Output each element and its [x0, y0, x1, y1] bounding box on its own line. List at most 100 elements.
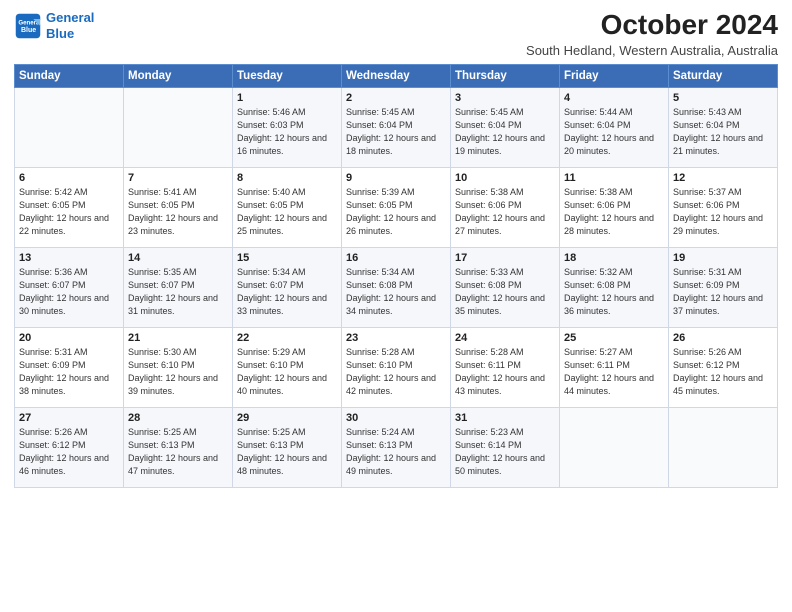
day-number: 30 — [346, 412, 446, 424]
week-row-4: 20 Sunrise: 5:31 AM Sunset: 6:09 PM Dayli… — [15, 327, 778, 407]
day-number: 31 — [455, 412, 555, 424]
day-info: Sunrise: 5:35 AM Sunset: 6:07 PM Dayligh… — [128, 266, 228, 318]
title-block: October 2024 South Hedland, Western Aust… — [526, 10, 778, 58]
day-cell: 20 Sunrise: 5:31 AM Sunset: 6:09 PM Dayli… — [15, 327, 124, 407]
col-header-sunday: Sunday — [15, 64, 124, 87]
col-header-tuesday: Tuesday — [233, 64, 342, 87]
day-number: 16 — [346, 252, 446, 264]
day-info: Sunrise: 5:33 AM Sunset: 6:08 PM Dayligh… — [455, 266, 555, 318]
day-number: 11 — [564, 172, 664, 184]
day-cell — [124, 87, 233, 167]
day-number: 12 — [673, 172, 773, 184]
day-cell: 21Sunrise: 5:30 AM Sunset: 6:10 PM Dayli… — [124, 327, 233, 407]
day-cell: 3Sunrise: 5:45 AM Sunset: 6:04 PM Daylig… — [451, 87, 560, 167]
day-number: 6 — [19, 172, 119, 184]
day-number: 15 — [237, 252, 337, 264]
logo-text: General Blue — [46, 10, 94, 41]
day-cell: 17 Sunrise: 5:33 AM Sunset: 6:08 PM Dayli… — [451, 247, 560, 327]
day-cell: 5Sunrise: 5:43 AM Sunset: 6:04 PM Daylig… — [669, 87, 778, 167]
day-cell: 26 Sunrise: 5:26 AM Sunset: 6:12 PM Dayli… — [669, 327, 778, 407]
logo-icon: General Blue — [14, 12, 42, 40]
day-info: Sunrise: 5:41 AM Sunset: 6:05 PM Dayligh… — [128, 186, 228, 238]
calendar-page: General Blue General Blue October 2024 S… — [0, 0, 792, 612]
day-info: Sunrise: 5:25 AM Sunset: 6:13 PM Dayligh… — [237, 426, 337, 478]
day-cell: 22Sunrise: 5:29 AM Sunset: 6:10 PM Dayli… — [233, 327, 342, 407]
day-info: Sunrise: 5:31 AM Sunset: 6:09 PM Dayligh… — [19, 346, 119, 398]
day-cell: 2Sunrise: 5:45 AM Sunset: 6:04 PM Daylig… — [342, 87, 451, 167]
day-info: Sunrise: 5:32 AM Sunset: 6:08 PM Dayligh… — [564, 266, 664, 318]
week-row-1: 1Sunrise: 5:46 AM Sunset: 6:03 PM Daylig… — [15, 87, 778, 167]
day-number: 29 — [237, 412, 337, 424]
day-number: 26 — [673, 332, 773, 344]
day-info: Sunrise: 5:40 AM Sunset: 6:05 PM Dayligh… — [237, 186, 337, 238]
day-cell: 7 Sunrise: 5:41 AM Sunset: 6:05 PM Daylig… — [124, 167, 233, 247]
day-cell: 18 Sunrise: 5:32 AM Sunset: 6:08 PM Dayli… — [560, 247, 669, 327]
day-cell: 24Sunrise: 5:28 AM Sunset: 6:11 PM Dayli… — [451, 327, 560, 407]
day-cell — [669, 407, 778, 487]
day-info: Sunrise: 5:39 AM Sunset: 6:05 PM Dayligh… — [346, 186, 446, 238]
day-cell: 9 Sunrise: 5:39 AM Sunset: 6:05 PM Daylig… — [342, 167, 451, 247]
day-number: 21 — [128, 332, 228, 344]
day-info: Sunrise: 5:24 AM Sunset: 6:13 PM Dayligh… — [346, 426, 446, 478]
day-cell: 15 Sunrise: 5:34 AM Sunset: 6:07 PM Dayli… — [233, 247, 342, 327]
day-number: 9 — [346, 172, 446, 184]
day-number: 4 — [564, 92, 664, 104]
calendar-table: SundayMondayTuesdayWednesdayThursdayFrid… — [14, 64, 778, 488]
day-number: 17 — [455, 252, 555, 264]
week-row-5: 27Sunrise: 5:26 AM Sunset: 6:12 PM Dayli… — [15, 407, 778, 487]
svg-text:Blue: Blue — [21, 27, 36, 34]
day-info: Sunrise: 5:28 AM Sunset: 6:10 PM Dayligh… — [346, 346, 446, 398]
day-number: 18 — [564, 252, 664, 264]
day-cell: 11 Sunrise: 5:38 AM Sunset: 6:06 PM Dayli… — [560, 167, 669, 247]
day-cell: 19 Sunrise: 5:31 AM Sunset: 6:09 PM Dayli… — [669, 247, 778, 327]
day-info: Sunrise: 5:26 AM Sunset: 6:12 PM Dayligh… — [673, 346, 773, 398]
day-cell: 1Sunrise: 5:46 AM Sunset: 6:03 PM Daylig… — [233, 87, 342, 167]
day-info: Sunrise: 5:42 AM Sunset: 6:05 PM Dayligh… — [19, 186, 119, 238]
day-cell: 27Sunrise: 5:26 AM Sunset: 6:12 PM Dayli… — [15, 407, 124, 487]
day-number: 3 — [455, 92, 555, 104]
day-info: Sunrise: 5:34 AM Sunset: 6:08 PM Dayligh… — [346, 266, 446, 318]
day-cell: 8Sunrise: 5:40 AM Sunset: 6:05 PM Daylig… — [233, 167, 342, 247]
col-header-friday: Friday — [560, 64, 669, 87]
day-cell: 4 Sunrise: 5:44 AM Sunset: 6:04 PM Daylig… — [560, 87, 669, 167]
day-number: 28 — [128, 412, 228, 424]
logo-line1: General — [46, 10, 94, 25]
day-info: Sunrise: 5:28 AM Sunset: 6:11 PM Dayligh… — [455, 346, 555, 398]
day-number: 19 — [673, 252, 773, 264]
week-row-3: 13Sunrise: 5:36 AM Sunset: 6:07 PM Dayli… — [15, 247, 778, 327]
day-info: Sunrise: 5:38 AM Sunset: 6:06 PM Dayligh… — [564, 186, 664, 238]
day-info: Sunrise: 5:38 AM Sunset: 6:06 PM Dayligh… — [455, 186, 555, 238]
day-cell: 29 Sunrise: 5:25 AM Sunset: 6:13 PM Dayli… — [233, 407, 342, 487]
day-cell: 16 Sunrise: 5:34 AM Sunset: 6:08 PM Dayli… — [342, 247, 451, 327]
day-number: 1 — [237, 92, 337, 104]
day-number: 23 — [346, 332, 446, 344]
col-header-wednesday: Wednesday — [342, 64, 451, 87]
day-info: Sunrise: 5:44 AM Sunset: 6:04 PM Dayligh… — [564, 106, 664, 158]
day-cell: 25 Sunrise: 5:27 AM Sunset: 6:11 PM Dayli… — [560, 327, 669, 407]
day-cell — [15, 87, 124, 167]
week-row-2: 6 Sunrise: 5:42 AM Sunset: 6:05 PM Daylig… — [15, 167, 778, 247]
day-cell: 23 Sunrise: 5:28 AM Sunset: 6:10 PM Dayli… — [342, 327, 451, 407]
day-info: Sunrise: 5:37 AM Sunset: 6:06 PM Dayligh… — [673, 186, 773, 238]
day-number: 13 — [19, 252, 119, 264]
day-number: 10 — [455, 172, 555, 184]
header-row: SundayMondayTuesdayWednesdayThursdayFrid… — [15, 64, 778, 87]
day-info: Sunrise: 5:43 AM Sunset: 6:04 PM Dayligh… — [673, 106, 773, 158]
month-title: October 2024 — [526, 10, 778, 41]
day-cell: 31 Sunrise: 5:23 AM Sunset: 6:14 PM Dayli… — [451, 407, 560, 487]
day-info: Sunrise: 5:25 AM Sunset: 6:13 PM Dayligh… — [128, 426, 228, 478]
col-header-thursday: Thursday — [451, 64, 560, 87]
day-cell: 12 Sunrise: 5:37 AM Sunset: 6:06 PM Dayli… — [669, 167, 778, 247]
day-number: 20 — [19, 332, 119, 344]
day-info: Sunrise: 5:34 AM Sunset: 6:07 PM Dayligh… — [237, 266, 337, 318]
day-info: Sunrise: 5:31 AM Sunset: 6:09 PM Dayligh… — [673, 266, 773, 318]
location-subtitle: South Hedland, Western Australia, Austra… — [526, 43, 778, 58]
day-cell: 10 Sunrise: 5:38 AM Sunset: 6:06 PM Dayli… — [451, 167, 560, 247]
col-header-monday: Monday — [124, 64, 233, 87]
day-number: 25 — [564, 332, 664, 344]
day-cell: 14Sunrise: 5:35 AM Sunset: 6:07 PM Dayli… — [124, 247, 233, 327]
day-number: 7 — [128, 172, 228, 184]
day-info: Sunrise: 5:26 AM Sunset: 6:12 PM Dayligh… — [19, 426, 119, 478]
day-info: Sunrise: 5:23 AM Sunset: 6:14 PM Dayligh… — [455, 426, 555, 478]
day-info: Sunrise: 5:27 AM Sunset: 6:11 PM Dayligh… — [564, 346, 664, 398]
